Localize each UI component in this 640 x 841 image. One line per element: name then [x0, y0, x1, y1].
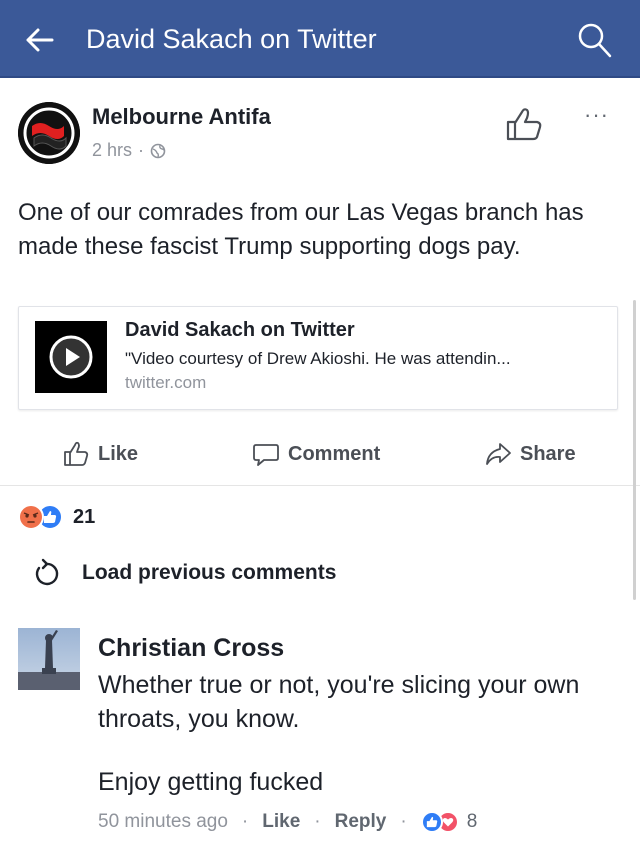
load-previous-label: Load previous comments	[82, 561, 337, 584]
thumbs-up-icon	[64, 441, 89, 466]
globe-icon	[150, 143, 166, 158]
post-actions: Like Comment Share	[0, 426, 640, 486]
page-avatar[interactable]	[18, 102, 80, 164]
more-options-icon[interactable]: ···	[584, 102, 609, 128]
comment-avatar[interactable]	[18, 628, 80, 690]
share-label: Share	[520, 442, 576, 465]
like-button[interactable]: Like	[62, 436, 138, 472]
search-icon[interactable]	[574, 20, 614, 60]
video-thumbnail	[35, 321, 107, 393]
scrollbar[interactable]	[633, 300, 636, 600]
like-reaction-icon	[420, 811, 443, 833]
post-time[interactable]: 2 hrs	[92, 140, 132, 161]
post-text: One of our comrades from our Las Vegas b…	[18, 199, 584, 260]
page-title: David Sakach on Twitter	[86, 24, 377, 54]
comment-reply-link[interactable]: Reply	[335, 811, 387, 833]
like-label: Like	[98, 442, 139, 465]
comment-meta: 50 minutes ago · Like · Reply · 8	[98, 811, 478, 833]
antifa-flag-icon	[18, 102, 80, 164]
comment-like-link[interactable]: Like	[262, 811, 300, 833]
share-icon	[486, 443, 511, 465]
share-button[interactable]: Share	[484, 436, 576, 472]
link-description: "Video courtesy of Drew Akioshi. He was …	[125, 349, 511, 368]
comment-reaction-count[interactable]: 8	[467, 811, 478, 833]
reactions-summary[interactable]: 21	[18, 502, 95, 532]
link-domain: twitter.com	[125, 373, 207, 392]
like-page-icon[interactable]	[504, 104, 544, 144]
statue-of-liberty-icon	[18, 630, 80, 690]
comment-text: Whether true or not, you're slicing your…	[98, 671, 580, 733]
load-previous-comments[interactable]: Load previous comments	[30, 556, 336, 590]
refresh-icon	[35, 558, 59, 586]
comment-text-second-line: Enjoy getting fucked	[98, 768, 324, 796]
post-meta: 2 hrs ·	[92, 140, 166, 161]
reaction-count: 21	[73, 505, 96, 528]
link-preview-card[interactable]: David Sakach on Twitter "Video courtesy …	[18, 306, 618, 410]
angry-reaction-icon	[18, 504, 44, 530]
comment-time[interactable]: 50 minutes ago	[98, 811, 228, 833]
link-title: David Sakach on Twitter	[125, 319, 355, 341]
page-name[interactable]: Melbourne Antifa	[92, 104, 271, 130]
back-arrow-icon[interactable]	[24, 26, 54, 54]
comment-label: Comment	[288, 442, 381, 465]
play-icon	[49, 335, 93, 379]
comment-icon	[253, 444, 279, 466]
comment-button[interactable]: Comment	[252, 436, 380, 472]
comment-author[interactable]: Christian Cross	[98, 634, 284, 663]
top-bar: David Sakach on Twitter	[0, 0, 640, 78]
